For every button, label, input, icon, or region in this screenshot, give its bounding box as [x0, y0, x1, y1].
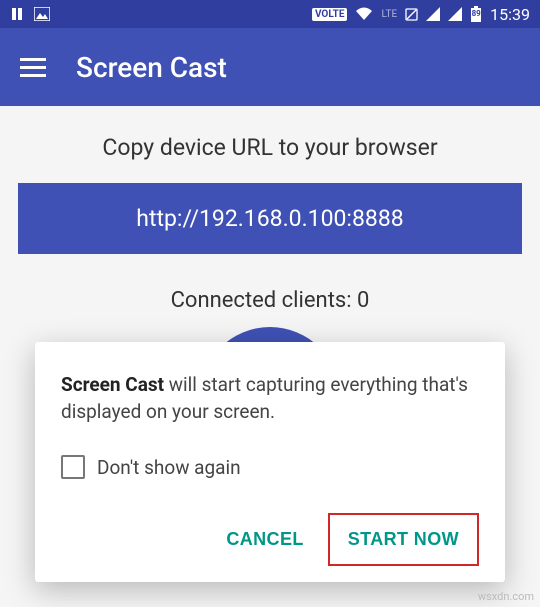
connected-clients: Connected clients: 0 — [18, 288, 522, 313]
signal-icon-1 — [426, 7, 440, 21]
permission-dialog: Screen Cast will start capturing everyth… — [35, 342, 505, 582]
menu-icon[interactable] — [20, 58, 46, 77]
device-url[interactable]: http://192.168.0.100:8888 — [18, 183, 522, 254]
no-sim-icon — [405, 7, 418, 21]
lte-label: LTE — [381, 9, 397, 20]
dialog-message: Screen Cast will start capturing everyth… — [61, 372, 479, 425]
page-title: Screen Cast — [76, 51, 227, 84]
watermark: wsxdn.com — [478, 590, 534, 603]
dialog-app-name: Screen Cast — [61, 373, 164, 396]
volte-badge: VOLTE — [312, 8, 348, 21]
dialog-actions: CANCEL START NOW — [61, 513, 479, 566]
dont-show-checkbox[interactable] — [61, 455, 85, 479]
cancel-button[interactable]: CANCEL — [208, 515, 321, 564]
start-now-button[interactable]: START NOW — [328, 513, 479, 566]
appbar: Screen Cast — [0, 28, 540, 106]
clock: 15:39 — [490, 5, 530, 24]
statusbar: VOLTE LTE 89 15:39 — [0, 0, 540, 28]
dont-show-label: Don't show again — [97, 456, 241, 479]
instruction-text: Copy device URL to your browser — [18, 134, 522, 161]
signal-icon-2 — [448, 7, 462, 21]
wifi-icon — [355, 7, 373, 21]
battery-icon: 89 — [470, 6, 482, 22]
image-icon — [34, 7, 50, 21]
pause-icon — [10, 7, 24, 21]
